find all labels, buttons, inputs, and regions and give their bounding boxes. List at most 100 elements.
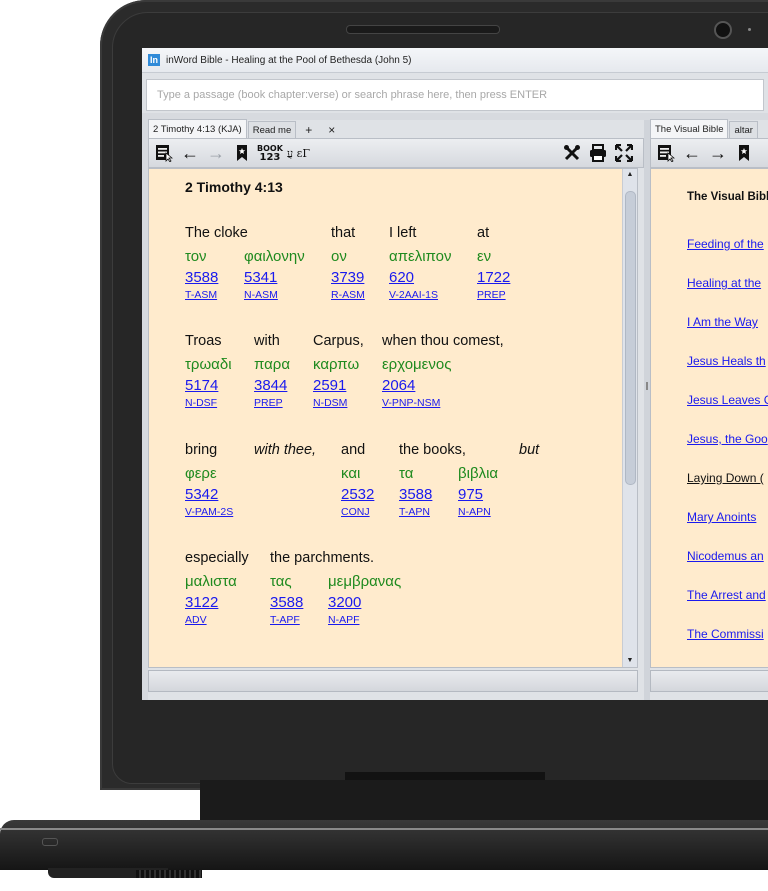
strongs-number-link[interactable]: 5174 — [185, 376, 232, 396]
visual-bible-item-link[interactable]: Jesus Leaves C — [687, 393, 768, 432]
english-word — [458, 438, 498, 462]
morphology-link[interactable]: N-APN — [458, 505, 498, 519]
scroll-down-arrow-icon[interactable]: ▼ — [623, 655, 637, 667]
morphology-link[interactable]: N-ASM — [244, 288, 305, 302]
search-bar — [142, 73, 768, 113]
forward-button[interactable]: → — [205, 142, 227, 164]
fullscreen-button[interactable] — [613, 142, 635, 164]
morphology-link[interactable]: T-APN — [399, 505, 466, 519]
visual-bible-item-link[interactable]: Jesus Heals th — [687, 354, 768, 393]
menu-list-button[interactable] — [655, 142, 677, 164]
morphology-link[interactable]: N-DSM — [313, 396, 364, 410]
left-toolbar: ← → BOOK 123 עֲ εΓ — [148, 138, 644, 168]
visual-bible-item-link[interactable]: Mary Anoints — [687, 510, 768, 549]
strongs-number-link[interactable]: 2591 — [313, 376, 364, 396]
tab-read-me[interactable]: Read me — [247, 121, 297, 138]
morphology-link[interactable]: V-PAM-2S — [185, 505, 233, 519]
window-title: inWord Bible - Healing at the Pool of Be… — [166, 54, 412, 66]
visual-bible-title: The Visual Bible — [687, 191, 768, 203]
visual-bible-item-link[interactable]: Nicodemus an — [687, 549, 768, 588]
laptop-hinge-notch — [345, 772, 545, 780]
strongs-number-link[interactable]: 2064 — [382, 376, 504, 396]
greek-word: μαλιστα — [185, 573, 237, 590]
left-tab-strip: 2 Timothy 4:13 (KJA) Read me + × — [148, 119, 644, 138]
strongs-number-link[interactable]: 3122 — [185, 593, 249, 613]
morphology-link[interactable]: PREP — [477, 288, 510, 302]
interlinear-word: βιβλια 975 N-APN — [458, 438, 498, 519]
tab-visual-bible[interactable]: The Visual Bible — [650, 119, 729, 138]
original-language-button[interactable]: עֲ εΓ — [287, 142, 310, 164]
strongs-number-link[interactable]: 3200 — [328, 593, 401, 613]
scroll-up-arrow-icon[interactable]: ▲ — [623, 169, 637, 181]
app-window: In inWord Bible - Healing at the Pool of… — [142, 48, 768, 700]
arrow-right-icon: → — [207, 142, 225, 163]
close-tab-button[interactable]: × — [320, 122, 343, 138]
tools-button[interactable] — [561, 142, 583, 164]
hebrew-greek-icon: עֲ εΓ — [286, 146, 310, 160]
morphology-link[interactable]: N-APF — [328, 613, 401, 627]
strongs-number-link[interactable] — [519, 485, 539, 505]
morphology-link[interactable]: N-DSF — [185, 396, 232, 410]
left-status-bar — [148, 670, 638, 692]
strongs-number-link[interactable]: 3588 — [185, 268, 248, 288]
interlinear-word: at εν 1722 PREP — [477, 221, 510, 302]
visual-bible-item-link[interactable]: The Arrest and — [687, 588, 768, 627]
laptop-hinge — [200, 780, 768, 825]
morphology-link[interactable]: V-PNP-NSM — [382, 396, 504, 410]
english-word: Troas — [185, 333, 222, 349]
visual-bible-item-link[interactable]: Jesus, the Goo — [687, 432, 768, 471]
greek-word: απελιπον — [389, 248, 452, 265]
strongs-number-link[interactable]: 2532 — [341, 485, 374, 505]
strongs-number-link[interactable]: 3844 — [254, 376, 290, 396]
back-button[interactable]: ← — [179, 142, 201, 164]
bookmark-button[interactable] — [231, 142, 253, 164]
strongs-number-link[interactable]: 975 — [458, 485, 498, 505]
strongs-number-link[interactable]: 5341 — [244, 268, 305, 288]
passage-search-input[interactable] — [146, 79, 764, 111]
menu-list-button[interactable] — [153, 142, 175, 164]
visual-bible-item-link[interactable]: Laying Down ( — [687, 471, 768, 510]
forward-button[interactable]: → — [707, 142, 729, 164]
laptop-port — [42, 838, 58, 846]
morphology-link[interactable] — [254, 505, 316, 519]
visual-bible-item-link[interactable]: I Am the Way — [687, 315, 768, 354]
tab-2-timothy[interactable]: 2 Timothy 4:13 (KJA) — [148, 119, 247, 138]
bookmark-button[interactable] — [733, 142, 755, 164]
visual-bible-list: Feeding of the Healing at the I Am the Way… — [687, 237, 768, 666]
left-scrollbar[interactable]: ▲ ▼ — [622, 169, 637, 667]
english-word: when thou comest, — [382, 333, 504, 349]
interlinear-word: I left απελιπον 620 V-2AAI-1S — [389, 221, 452, 302]
book-numbers-button[interactable]: BOOK 123 — [257, 142, 283, 164]
greek-word: βιβλια — [458, 465, 499, 482]
strongs-number-link[interactable] — [254, 485, 316, 505]
interlinear-word: The cloke τον 3588 T-ASM — [185, 221, 248, 302]
greek-word: τρωαδι — [185, 356, 232, 373]
visual-bible-item-link[interactable]: The Commissi — [687, 627, 768, 666]
interlinear-word: μεμβρανας 3200 N-APF — [328, 546, 401, 627]
morphology-link[interactable]: R-ASM — [331, 288, 365, 302]
visual-bible-item-link[interactable]: Healing at the — [687, 276, 768, 315]
morphology-link[interactable]: V-2AAI-1S — [389, 288, 452, 302]
tab-altar[interactable]: altar — [729, 121, 758, 138]
print-button[interactable] — [587, 142, 609, 164]
bookmark-icon — [739, 145, 749, 161]
english-word: The cloke — [185, 225, 248, 241]
back-button[interactable]: ← — [681, 142, 703, 164]
english-word: with thee, — [254, 442, 317, 458]
strongs-number-link[interactable]: 1722 — [477, 268, 510, 288]
strongs-number-link[interactable]: 620 — [389, 268, 452, 288]
morphology-link[interactable] — [519, 505, 539, 519]
morphology-link[interactable]: PREP — [254, 396, 290, 410]
right-tab-strip: The Visual Bible altar — [650, 119, 768, 138]
printer-icon — [590, 144, 606, 162]
visual-bible-item-link[interactable]: Feeding of the — [687, 237, 768, 276]
strongs-number-link[interactable]: 5342 — [185, 485, 233, 505]
scroll-thumb[interactable] — [625, 191, 636, 485]
add-tab-button[interactable]: + — [297, 122, 320, 138]
greek-word: ον — [331, 248, 347, 265]
morphology-link[interactable]: ADV — [185, 613, 249, 627]
morphology-link[interactable]: CONJ — [341, 505, 374, 519]
strongs-number-link[interactable]: 3588 — [399, 485, 466, 505]
strongs-number-link[interactable]: 3739 — [331, 268, 365, 288]
morphology-link[interactable]: T-ASM — [185, 288, 248, 302]
